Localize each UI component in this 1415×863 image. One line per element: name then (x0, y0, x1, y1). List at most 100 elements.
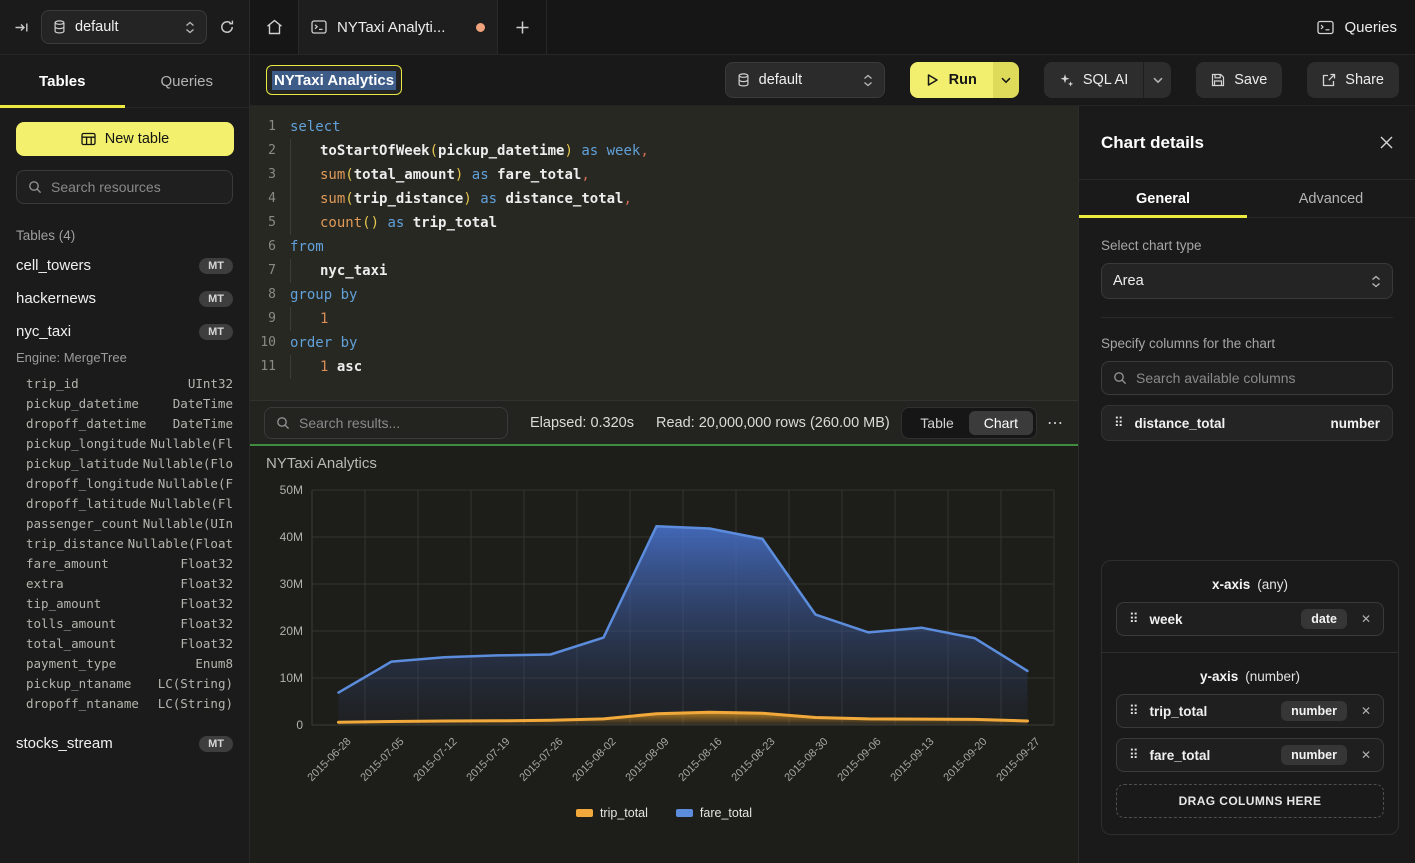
column-type: Nullable(UIn (143, 516, 233, 531)
drag-handle-icon[interactable]: ⠿ (1114, 415, 1124, 431)
collapse-sidebar-icon[interactable] (14, 20, 29, 35)
table-view-button[interactable]: Table (905, 411, 968, 435)
chart-panel: NYTaxi Analytics 010M20M30M40M50M2015-06… (250, 446, 1078, 863)
chart-view-button[interactable]: Chart (969, 411, 1033, 435)
editor-code: sum(trip_distance) as distance_total, (290, 187, 632, 211)
columns-search-input[interactable]: Search available columns (1101, 361, 1393, 395)
editor-line: 5count() as trip_total (250, 211, 1078, 235)
query-title-input[interactable]: NYTaxi Analytics (266, 65, 402, 95)
token: 1 (320, 311, 328, 327)
share-icon (1322, 73, 1336, 87)
editor-line: 2toStartOfWeek(pickup_datetime) as week, (250, 139, 1078, 163)
legend-item[interactable]: trip_total (576, 806, 648, 820)
table-list-item[interactable]: nyc_taxiMT (0, 315, 249, 348)
run-options-caret[interactable] (993, 62, 1019, 98)
query-tab[interactable]: NYTaxi Analyti... (298, 0, 498, 54)
table-list-item[interactable]: hackernewsMT (0, 282, 249, 315)
x-axis-column-pill[interactable]: ⠿weekdate✕ (1116, 602, 1384, 636)
chart-type-selector[interactable]: Area (1101, 263, 1393, 299)
token (472, 191, 480, 207)
sidebar-topbar: default (0, 0, 249, 55)
line-number: 1 (250, 115, 276, 139)
more-options-icon[interactable]: ⋯ (1047, 413, 1064, 433)
token: sum (320, 167, 345, 183)
refresh-icon[interactable] (219, 19, 235, 35)
save-button[interactable]: Save (1196, 62, 1282, 98)
remove-column-icon[interactable]: ✕ (1361, 704, 1371, 718)
svg-text:40M: 40M (280, 530, 303, 544)
unsaved-dot (476, 23, 485, 32)
toolbar-database-selector[interactable]: default (725, 62, 885, 98)
token: distance_total (505, 191, 623, 207)
new-tab-button[interactable] (498, 0, 546, 54)
token: ( (430, 143, 438, 159)
column-type: Nullable(Flo (143, 456, 233, 471)
drag-handle-icon[interactable]: ⠿ (1129, 747, 1139, 763)
sql-ai-button[interactable]: SQL AI (1044, 62, 1143, 98)
token: from (290, 239, 324, 255)
editor-line: 3sum(total_amount) as fare_total, (250, 163, 1078, 187)
token: ( (345, 191, 353, 207)
column-name: pickup_latitude (26, 456, 139, 471)
topbar: NYTaxi Analyti... Queries (250, 0, 1415, 55)
tab-advanced[interactable]: Advanced (1247, 180, 1415, 217)
y-axis-column-pill[interactable]: ⠿fare_totalnumber✕ (1116, 738, 1384, 772)
table-list-item[interactable]: stocks_streamMT (0, 727, 249, 760)
y-axis-items: ⠿trip_totalnumber✕ ⠿fare_totalnumber✕ (1116, 694, 1384, 772)
sidebar-database-value: default (75, 19, 119, 35)
legend-label: trip_total (600, 806, 648, 820)
available-column-pill[interactable]: ⠿distance_totalnumber (1101, 405, 1393, 441)
close-icon[interactable] (1380, 136, 1393, 149)
sql-editor[interactable]: 1select2toStartOfWeek(pickup_datetime) a… (250, 106, 1078, 400)
drag-handle-icon[interactable]: ⠿ (1129, 611, 1139, 627)
editor-code: 1 asc (290, 355, 362, 379)
specify-columns-label: Specify columns for the chart (1101, 336, 1393, 351)
share-button[interactable]: Share (1307, 62, 1399, 98)
table-list-item[interactable]: cell_towersMT (0, 249, 249, 282)
column-pill-name: week (1150, 612, 1183, 627)
column-type: Nullable(Fl (150, 436, 233, 451)
svg-text:10M: 10M (280, 671, 303, 685)
home-button[interactable] (250, 0, 298, 54)
table-column-row: pickup_latitude Nullable(Flo (0, 453, 249, 473)
column-name: trip_id (26, 376, 79, 391)
remove-column-icon[interactable]: ✕ (1361, 612, 1371, 626)
new-table-button[interactable]: New table (16, 122, 234, 156)
indent-guide (290, 259, 320, 283)
drag-handle-icon[interactable]: ⠿ (1129, 703, 1139, 719)
tab-general[interactable]: General (1079, 180, 1247, 217)
token (598, 143, 606, 159)
column-name: tip_amount (26, 596, 101, 611)
sidebar-database-selector[interactable]: default (41, 10, 207, 44)
tab-tables[interactable]: Tables (0, 55, 125, 107)
remove-column-icon[interactable]: ✕ (1361, 748, 1371, 762)
tab-queries[interactable]: Queries (125, 55, 250, 107)
editor-line: 91 (250, 307, 1078, 331)
token: pickup_datetime (438, 143, 564, 159)
results-toolbar: Search results... Elapsed: 0.320s Read: … (250, 400, 1078, 444)
column-name: passenger_count (26, 516, 139, 531)
run-button[interactable]: Run (910, 62, 1019, 98)
sql-ai-caret[interactable] (1143, 62, 1171, 98)
sidebar-search-input[interactable]: Search resources (16, 170, 233, 204)
indent-guide (290, 139, 320, 163)
y-axis-column-pill[interactable]: ⠿trip_totalnumber✕ (1116, 694, 1384, 728)
drop-zone[interactable]: DRAG COLUMNS HERE (1116, 784, 1384, 818)
results-search-input[interactable]: Search results... (264, 407, 508, 439)
axes-config-box: x-axis(any) ⠿weekdate✕ y-axis(number) ⠿t… (1101, 560, 1399, 835)
database-icon (737, 73, 750, 87)
svg-text:2015-08-16: 2015-08-16 (676, 736, 724, 784)
updown-chevron-icon (1371, 275, 1381, 288)
column-type: LC(String) (158, 696, 233, 711)
x-axis-section: x-axis(any) ⠿weekdate✕ (1102, 561, 1398, 652)
available-columns-list: ⠿distance_totalnumber (1101, 405, 1393, 441)
queries-button[interactable]: Queries (1317, 0, 1397, 54)
query-toolbar: NYTaxi Analytics default Run (250, 55, 1415, 106)
legend-item[interactable]: fare_total (676, 806, 752, 820)
legend-label: fare_total (700, 806, 752, 820)
svg-text:2015-09-27: 2015-09-27 (994, 736, 1042, 784)
query-title-text: NYTaxi Analytics (272, 71, 396, 90)
table-name: cell_towers (16, 257, 91, 274)
read-stat: Read: 20,000,000 rows (260.00 MB) (656, 415, 890, 431)
chart-details-header: Chart details (1079, 106, 1415, 180)
